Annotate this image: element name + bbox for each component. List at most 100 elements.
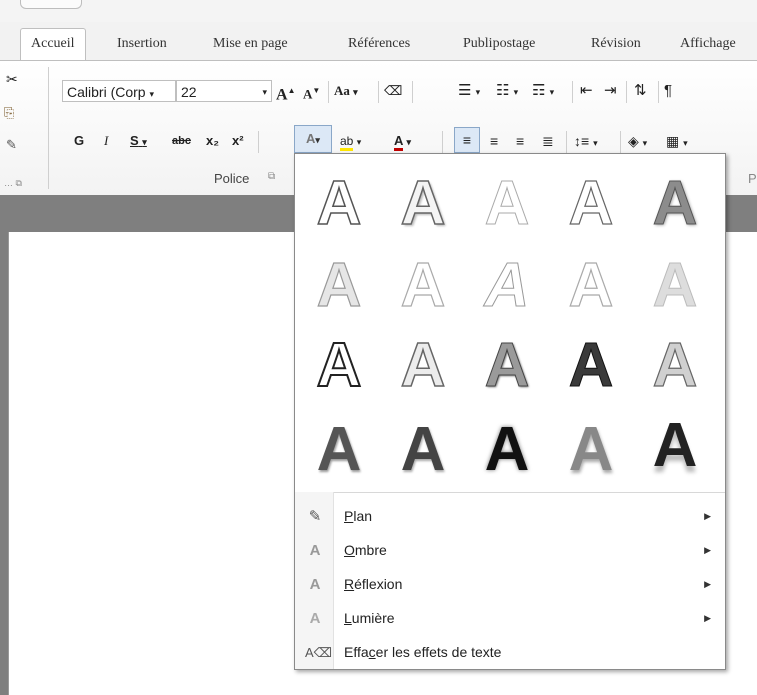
font-size-value: 22 (181, 84, 197, 100)
separator (412, 81, 413, 103)
menu-item-label: Lumière (344, 610, 395, 626)
decrease-indent-icon[interactable]: ⇤ (580, 81, 593, 101)
separator (658, 81, 659, 103)
effect-style-2-1[interactable]: A (303, 246, 375, 326)
text-effects-button[interactable]: A▾ (294, 125, 332, 153)
separator (48, 67, 49, 189)
menu-item-label: Réflexion (344, 576, 403, 592)
font-size-combo[interactable]: 22 ▾ (176, 80, 272, 102)
reflection-icon: A (309, 576, 321, 593)
effect-style-1-3[interactable]: A (471, 164, 543, 244)
strikethrough-button[interactable]: abc (172, 131, 191, 151)
cut-icon[interactable]: ✂ (6, 69, 18, 89)
effect-style-1-5[interactable]: A (639, 164, 711, 244)
outline-pen-icon: ✎ (308, 508, 322, 525)
copy-icon[interactable]: ⎘ (4, 103, 14, 123)
font-color-button[interactable]: A ▾ (394, 131, 411, 152)
tab-mise-en-page[interactable]: Mise en page (213, 32, 288, 58)
effect-style-2-4[interactable]: A (555, 246, 627, 326)
align-right-icon[interactable]: ≡ (516, 131, 524, 151)
underline-button[interactable]: S ▾ (130, 131, 147, 152)
submenu-arrow-icon: ▶ (704, 545, 711, 555)
menu-item-effacer-effets[interactable]: A⌫ Effacer les effets de texte (295, 636, 725, 669)
effect-style-2-2[interactable]: A (387, 246, 459, 326)
separator (258, 131, 259, 153)
separator (328, 81, 329, 103)
effect-style-3-1[interactable]: A (303, 326, 375, 406)
menu-item-plan[interactable]: ✎ Plan ▶ (295, 500, 725, 533)
menu-item-reflexion[interactable]: A Réflexion ▶ (295, 568, 725, 601)
align-center-icon[interactable]: ≡ (490, 131, 498, 151)
highlight-color-button[interactable]: ab ▾ (340, 131, 361, 152)
text-effects-dropdown: A A A A A A A A A A A A A A A A A A A A … (294, 153, 726, 670)
justify-icon[interactable]: ≣ (542, 131, 554, 151)
submenu-arrow-icon: ▶ (704, 579, 711, 589)
separator (620, 131, 621, 153)
tab-accueil[interactable]: Accueil (20, 28, 86, 61)
clear-effects-icon: A⌫ (305, 645, 333, 660)
effect-style-2-5[interactable]: A (639, 246, 711, 326)
format-painter-icon[interactable]: ✎ (6, 135, 17, 155)
align-left-icon[interactable]: ≡ (454, 127, 480, 153)
effect-style-1-1[interactable]: A (303, 164, 375, 244)
tab-references[interactable]: Références (348, 32, 410, 58)
line-spacing-icon[interactable]: ↕≡ ▾ (574, 131, 598, 153)
font-name-combo[interactable]: Calibri (Corp ▾ (62, 80, 176, 102)
effect-style-3-4[interactable]: A (555, 326, 627, 406)
effect-style-1-4[interactable]: A (555, 164, 627, 244)
subscript-button[interactable]: x₂ (206, 131, 219, 151)
effect-style-3-5[interactable]: A (639, 326, 711, 406)
tab-revision[interactable]: Révision (591, 32, 641, 58)
effect-style-1-2[interactable]: A (387, 164, 459, 244)
effect-style-4-1[interactable]: A (303, 410, 375, 490)
ribbon-tabs: Accueil Insertion Mise en page Référence… (0, 24, 757, 64)
effect-style-4-3[interactable]: A (471, 410, 543, 490)
font-name-value: Calibri (Corp (67, 84, 146, 100)
italic-button[interactable]: I (104, 131, 108, 151)
separator (566, 131, 567, 153)
tab-insertion[interactable]: Insertion (117, 32, 167, 58)
clear-formatting-icon[interactable]: ⌫ (384, 81, 402, 101)
separator (378, 81, 379, 103)
tab-affichage[interactable]: Affichage (680, 32, 736, 58)
effect-style-3-3[interactable]: A (471, 326, 543, 406)
clipboard-launcher-icon[interactable]: … ⧉ (4, 173, 22, 193)
menu-item-lumiere[interactable]: A Lumière ▶ (295, 602, 725, 635)
effect-style-2-3[interactable]: A (471, 246, 543, 326)
group-label-paragraphe: P (748, 171, 757, 186)
tab-publipostage[interactable]: Publipostage (463, 32, 535, 58)
glow-icon: A (309, 610, 321, 627)
separator (626, 81, 627, 103)
police-launcher-icon[interactable]: ⧉ (268, 171, 275, 182)
separator (572, 81, 573, 103)
grow-font-button[interactable]: A▲ (276, 81, 295, 105)
multilevel-list-icon[interactable]: ☶ ▾ (532, 81, 554, 102)
bullets-icon[interactable]: ☰ ▾ (458, 81, 480, 102)
group-label-police: Police (214, 171, 250, 186)
bold-button[interactable]: G (74, 131, 84, 151)
effect-style-4-2[interactable]: A (387, 410, 459, 490)
separator (442, 131, 443, 153)
borders-icon[interactable]: ▦ ▾ (666, 131, 688, 153)
quick-access-tab (20, 0, 82, 9)
shadow-icon: A (309, 542, 321, 559)
effect-style-4-4[interactable]: A (555, 410, 627, 490)
increase-indent-icon[interactable]: ⇥ (604, 81, 617, 101)
effect-style-3-2[interactable]: A (387, 326, 459, 406)
submenu-arrow-icon: ▶ (704, 511, 711, 521)
shrink-font-button[interactable]: A▼ (303, 81, 320, 104)
change-case-button[interactable]: Aa ▾ (334, 81, 358, 102)
menu-item-label: Ombre (344, 542, 387, 558)
shading-icon[interactable]: ◈ ▾ (628, 131, 647, 153)
superscript-button[interactable]: x² (232, 131, 244, 151)
numbering-icon[interactable]: ☷ ▾ (496, 81, 518, 102)
text-effects-gallery: A A A A A A A A A A A A A A A A A A A A (295, 154, 725, 493)
effect-style-4-5[interactable]: A (639, 406, 711, 486)
menu-item-ombre[interactable]: A Ombre ▶ (295, 534, 725, 567)
menu-item-label: Effacer les effets de texte (344, 644, 502, 660)
window-top (0, 0, 757, 22)
show-marks-icon[interactable]: ¶ (664, 81, 672, 101)
sort-icon[interactable]: ⇅ (634, 81, 647, 101)
submenu-arrow-icon: ▶ (704, 613, 711, 623)
menu-item-label: Plan (344, 508, 373, 524)
